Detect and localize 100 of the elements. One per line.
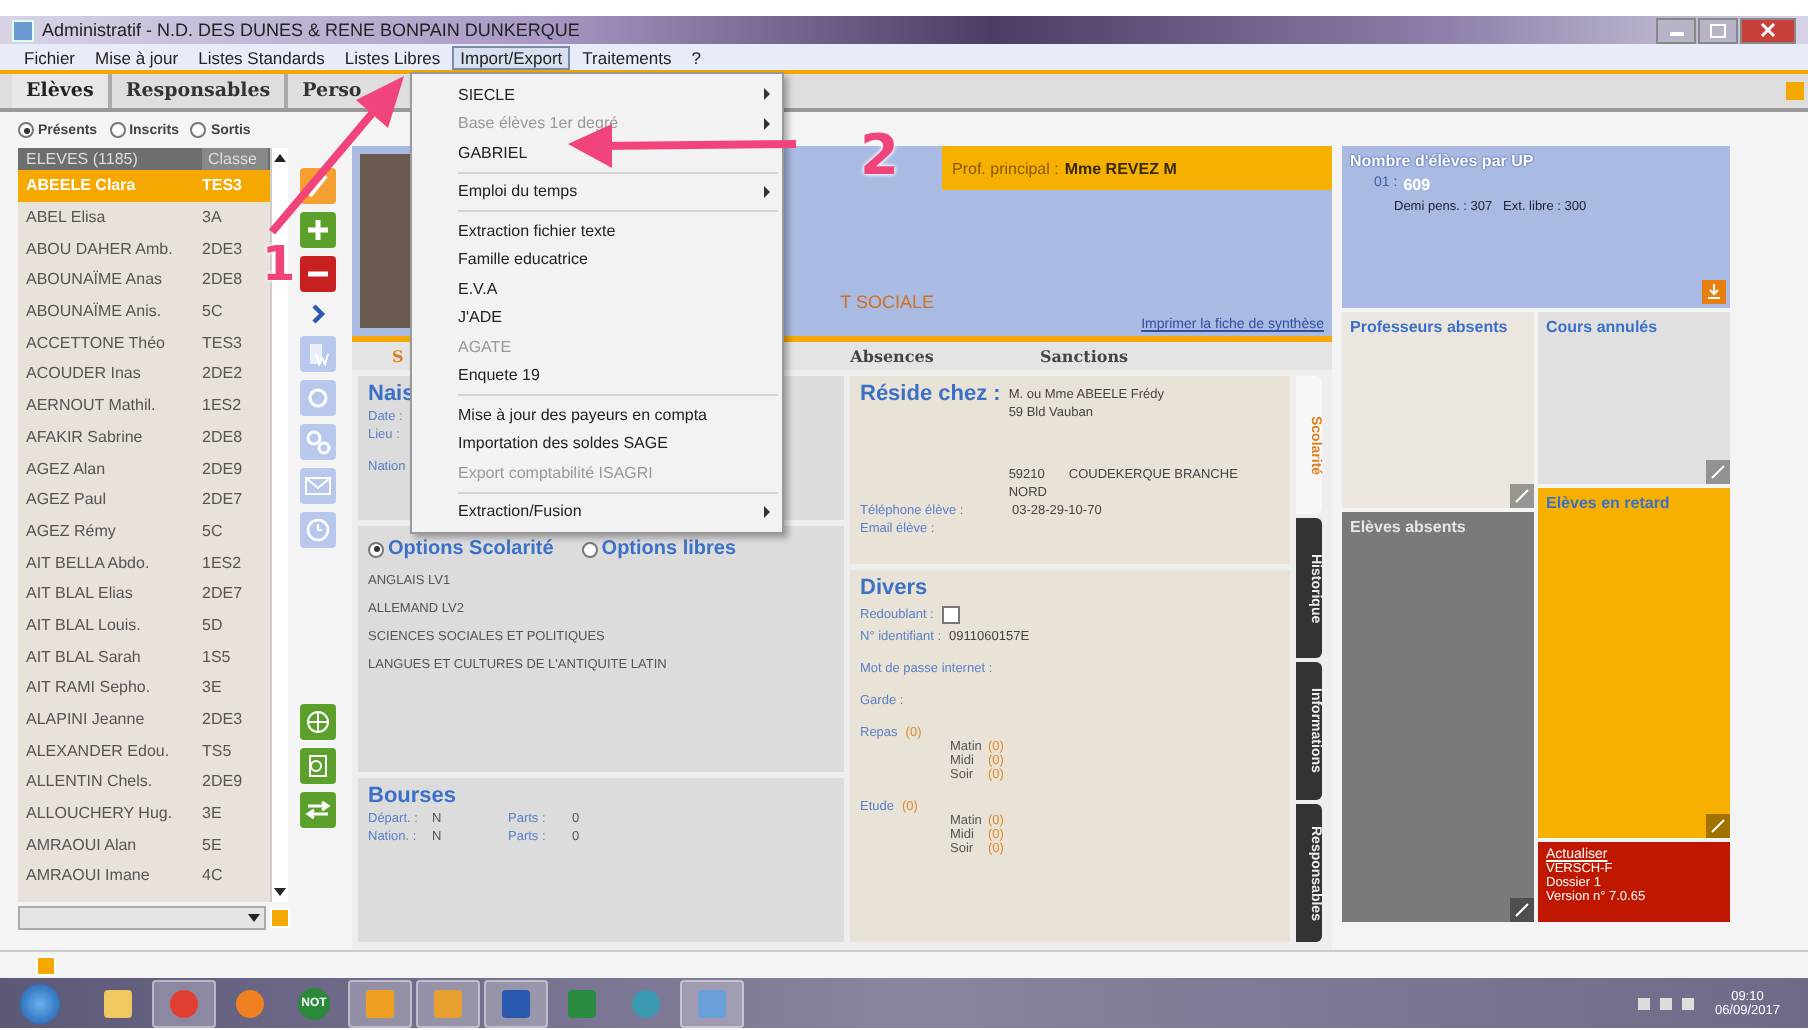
student-row[interactable]: ALLENTIN Chels. 2DE9 bbox=[18, 766, 270, 798]
minimize-button[interactable] bbox=[1656, 17, 1696, 43]
taskbar-button[interactable] bbox=[416, 979, 480, 1027]
start-button[interactable] bbox=[20, 983, 60, 1023]
student-row[interactable]: AMRAOUI Imane 4C bbox=[18, 860, 270, 892]
swap-icon[interactable] bbox=[300, 792, 336, 828]
taskbar-button[interactable] bbox=[484, 979, 548, 1027]
close-button[interactable] bbox=[1740, 17, 1796, 43]
student-name: AIT BLAL Elias bbox=[24, 584, 135, 603]
radio-button[interactable] bbox=[18, 122, 34, 138]
maximize-button[interactable] bbox=[1698, 17, 1738, 43]
student-row[interactable]: ABOUNAÏME Anis. 5C bbox=[18, 295, 270, 327]
export-icon[interactable] bbox=[300, 748, 336, 784]
student-name: AIT BLAL Louis. bbox=[24, 615, 143, 634]
menu-item[interactable]: Mise à jour des payeurs en compta bbox=[458, 400, 778, 429]
taskbar-button[interactable] bbox=[152, 979, 216, 1027]
student-name: ACOUDER Inas bbox=[24, 364, 143, 383]
settings-icon[interactable] bbox=[300, 424, 336, 460]
section-text: T SOCIALE bbox=[840, 292, 934, 312]
download-icon[interactable] bbox=[1702, 280, 1726, 304]
menu-item[interactable]: Extraction/Fusion bbox=[458, 497, 778, 526]
student-row[interactable]: AFAKIR Sabrine 2DE8 bbox=[18, 421, 270, 453]
clock-icon[interactable] bbox=[300, 512, 336, 548]
student-row[interactable]: ACOUDER Inas 2DE2 bbox=[18, 358, 270, 390]
taskbar-button[interactable] bbox=[348, 979, 412, 1027]
mail-icon[interactable] bbox=[300, 468, 336, 504]
menu-item[interactable]: Importation des soldes SAGE bbox=[458, 429, 778, 458]
radio-button[interactable] bbox=[190, 122, 207, 138]
student-row[interactable]: ABEL Elisa 3A bbox=[18, 201, 270, 233]
student-name: AIT BELLA Abdo. bbox=[24, 553, 152, 572]
student-class: 2DE3 bbox=[202, 710, 245, 729]
menu-item[interactable]: ? bbox=[683, 45, 709, 69]
menu-item[interactable]: Famille educatrice bbox=[458, 245, 778, 274]
resize-icon[interactable] bbox=[1510, 898, 1534, 922]
dashboard-tile[interactable]: Cours annulés bbox=[1538, 312, 1730, 484]
student-row[interactable]: AIT BLAL Elias 2DE7 bbox=[18, 577, 270, 610]
remove-icon[interactable] bbox=[300, 256, 336, 292]
resize-icon[interactable] bbox=[1706, 814, 1730, 838]
student-row[interactable]: AIT BLAL Sarah 1S5 bbox=[18, 640, 270, 672]
menu-item[interactable]: Emploi du temps bbox=[458, 177, 778, 212]
tile-title: Cours annulés bbox=[1546, 318, 1658, 336]
tab[interactable]: Sanctions bbox=[988, 342, 1180, 370]
student-name: AMRAOUI Alan bbox=[24, 835, 139, 854]
student-name: ABEL Elisa bbox=[24, 208, 108, 227]
dashboard-tile[interactable]: Professeurs absents bbox=[1342, 312, 1534, 508]
student-name: AIT BLAL Sarah bbox=[24, 647, 143, 666]
menu-item[interactable]: Enquete 19 bbox=[458, 361, 778, 396]
student-name: AMRAOUI Imane bbox=[24, 866, 152, 885]
dashboard-tile[interactable]: Elèves absents bbox=[1342, 512, 1534, 922]
radio-button[interactable] bbox=[109, 122, 126, 138]
student-row[interactable]: ALEXANDER Edou. TS5 bbox=[18, 734, 270, 767]
student-name: ALLOUCHERY Hug. bbox=[24, 804, 175, 823]
menu-item[interactable]: Listes Libres bbox=[336, 45, 449, 69]
student-row[interactable]: ACCETTONE Théo TES3 bbox=[18, 326, 270, 359]
student-row[interactable]: AGEZ Alan 2DE9 bbox=[18, 452, 270, 484]
tile-title: Elèves absents bbox=[1350, 518, 1466, 536]
taskbar-button[interactable] bbox=[680, 979, 744, 1027]
student-row[interactable]: AIT BLAL Louis. 5D bbox=[18, 609, 270, 641]
student-class: 2DE8 bbox=[202, 270, 245, 289]
tab[interactable]: Elèves bbox=[12, 74, 112, 108]
menu-item[interactable]: Extraction fichier texte bbox=[458, 216, 778, 245]
student-row[interactable]: AIT RAMI Sepho. 3E bbox=[18, 672, 270, 704]
student-name: AGEZ Alan bbox=[24, 459, 108, 478]
radio-button[interactable] bbox=[581, 541, 598, 557]
menu-item[interactable]: Import/Export bbox=[452, 45, 571, 69]
student-class: TS5 bbox=[202, 741, 234, 760]
student-class: 1ES2 bbox=[202, 396, 244, 415]
tab[interactable]: Absences bbox=[796, 342, 988, 370]
panel-title: Divers bbox=[860, 576, 928, 600]
menu-item[interactable]: Listes Standards bbox=[190, 45, 333, 69]
menu-item[interactable]: Mise à jour bbox=[87, 45, 187, 69]
app-icon bbox=[632, 989, 660, 1017]
student-class: 5C bbox=[202, 302, 225, 321]
menu-item[interactable]: E.V.A bbox=[458, 274, 778, 303]
tile-title: Nombre d'élèves par UP bbox=[1350, 152, 1536, 170]
menu-item[interactable]: SIECLE bbox=[458, 80, 778, 109]
menu-item[interactable]: J'ADE bbox=[458, 303, 778, 332]
tab[interactable]: Responsables bbox=[111, 74, 289, 108]
student-name: ACCETTONE Théo bbox=[24, 333, 168, 352]
student-row[interactable]: AGEZ Rémy 5C bbox=[18, 515, 270, 547]
student-name: AFAKIR Sabrine bbox=[24, 427, 145, 446]
student-name: ALLENTIN Chels. bbox=[24, 772, 155, 791]
student-row[interactable]: AERNOUT Mathil. 1ES2 bbox=[18, 389, 270, 421]
radio-button[interactable] bbox=[368, 541, 384, 557]
scrollbar[interactable] bbox=[270, 148, 288, 902]
student-row[interactable]: AMRAOUI Alan 5E bbox=[18, 828, 270, 861]
app-icon bbox=[236, 989, 264, 1017]
student-row[interactable]: ALAPINI Jeanne 2DE3 bbox=[18, 703, 270, 735]
globe-icon[interactable] bbox=[300, 704, 336, 740]
menu-item[interactable]: Traitements bbox=[574, 45, 680, 69]
student-class: 5D bbox=[202, 615, 225, 634]
student-row[interactable]: AGEZ Paul 2DE7 bbox=[18, 483, 270, 516]
dropdown-field[interactable] bbox=[18, 906, 266, 930]
student-row[interactable]: ALLOUCHERY Hug. 3E bbox=[18, 797, 270, 829]
submenu-arrow-icon bbox=[764, 117, 770, 130]
panel-title: Réside chez : bbox=[860, 382, 1001, 410]
checkbox[interactable] bbox=[941, 606, 960, 624]
student-row[interactable]: AIT BELLA Abdo. 1ES2 bbox=[18, 546, 270, 578]
menu-item[interactable]: Fichier bbox=[16, 45, 84, 69]
chevron-icon[interactable] bbox=[310, 300, 326, 328]
